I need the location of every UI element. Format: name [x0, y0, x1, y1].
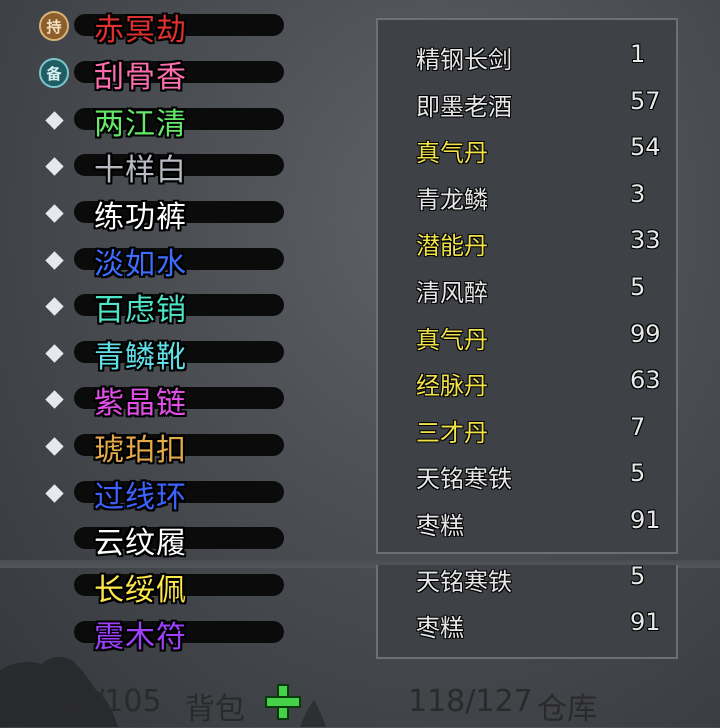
- diamond-icon: [44, 483, 64, 503]
- item-quantity: 57: [630, 86, 661, 115]
- equipment-slot[interactable]: 淡如水: [36, 238, 284, 282]
- inventory-row[interactable]: 天铭寒铁 5: [416, 459, 666, 499]
- inventory-row[interactable]: 经脉丹 63: [416, 366, 666, 406]
- slot-marker: [39, 245, 69, 275]
- item-quantity: 7: [630, 412, 646, 441]
- item-name: 清风醉: [416, 279, 488, 307]
- equipment-name: 两江清: [94, 107, 187, 142]
- item-quantity: 5: [630, 562, 646, 590]
- item-name: 枣糕: [416, 512, 464, 540]
- item-quantity: 5: [630, 273, 646, 301]
- equipment-slot[interactable]: 过线环: [36, 471, 284, 515]
- equipment-name: 百虑销: [94, 293, 187, 328]
- inventory-row[interactable]: 枣糕 91: [416, 506, 666, 546]
- diamond-icon: [44, 203, 64, 223]
- diamond-icon: [44, 296, 64, 316]
- equipment-slot[interactable]: 持赤冥劫: [36, 4, 284, 48]
- inventory-row[interactable]: 天铭寒铁 5: [416, 562, 666, 602]
- inventory-row[interactable]: 枣糕 91: [416, 608, 666, 648]
- item-name: 青龙鳞: [416, 185, 488, 214]
- slot-marker: [39, 151, 69, 181]
- equipment-slot[interactable]: 十样白: [36, 144, 284, 188]
- slot-marker-empty: [39, 571, 69, 601]
- slot-marker: [39, 291, 69, 321]
- equipment-name: 长绥佩: [94, 573, 187, 608]
- equipment-name: 过线环: [94, 480, 187, 515]
- held-badge: 持: [39, 11, 69, 41]
- slot-marker-empty: [39, 524, 69, 554]
- inventory-row[interactable]: 清风醉 5: [416, 273, 666, 313]
- item-quantity: 3: [630, 179, 646, 208]
- item-name: 精钢长剑: [416, 46, 512, 74]
- inventory-row[interactable]: 三才丹 7: [416, 413, 666, 453]
- plus-icon[interactable]: [262, 682, 302, 722]
- slot-marker: [39, 198, 69, 228]
- inventory-row[interactable]: 真气丹 54: [416, 133, 666, 173]
- equipment-slot[interactable]: 紫晶链: [36, 377, 284, 421]
- item-quantity: 91: [630, 506, 661, 534]
- equipment-name: 十样白: [94, 153, 187, 188]
- item-quantity: 91: [630, 608, 661, 636]
- item-quantity: 5: [630, 459, 646, 488]
- item-name: 即墨老酒: [416, 92, 512, 121]
- warehouse-panel: 精钢长剑 1 即墨老酒 57 真气丹 54 青龙鳞 3 潜能丹 33 清风醉 5 真气丹 99 经脉丹 63 三…: [376, 18, 678, 554]
- equipment-name: 紫晶链: [94, 386, 187, 421]
- equipment-name: 青鳞靴: [94, 340, 187, 375]
- equipment-slot[interactable]: 琥珀扣: [36, 424, 284, 468]
- diamond-icon: [44, 343, 64, 363]
- slot-marker: 持: [39, 11, 69, 41]
- diamond-icon: [44, 250, 64, 270]
- item-quantity: 54: [630, 133, 661, 162]
- spare-badge: 备: [39, 58, 69, 88]
- diamond-icon: [44, 436, 64, 456]
- equipment-name: 淡如水: [94, 247, 187, 282]
- equipment-slot[interactable]: 两江清: [36, 98, 284, 142]
- diamond-icon: [44, 110, 64, 130]
- bag-count: 45/105: [56, 684, 162, 719]
- inventory-row[interactable]: 潜能丹 33: [416, 226, 666, 266]
- equipment-name: 练功裤: [94, 200, 187, 235]
- slot-marker: [39, 338, 69, 368]
- equipment-slot[interactable]: 长绥佩: [36, 564, 284, 608]
- footer-bar: 45/105 背包 118/127 仓库: [0, 680, 720, 727]
- item-name: 真气丹: [416, 325, 488, 354]
- item-name: 枣糕: [416, 614, 464, 642]
- equipment-name: 刮骨香: [94, 60, 187, 95]
- equipment-name: 云纹履: [94, 526, 187, 561]
- equipment-slot[interactable]: 练功裤: [36, 191, 284, 235]
- slot-marker: [39, 431, 69, 461]
- diamond-icon: [44, 156, 64, 176]
- inventory-row[interactable]: 青龙鳞 3: [416, 180, 666, 220]
- inventory-row[interactable]: 即墨老酒 57: [416, 87, 666, 127]
- item-quantity: 63: [630, 366, 661, 395]
- item-quantity: 1: [630, 40, 646, 68]
- warehouse-count: 118/127: [408, 684, 533, 719]
- item-name: 天铭寒铁: [416, 465, 512, 494]
- item-name: 三才丹: [416, 418, 488, 447]
- item-name: 潜能丹: [416, 232, 488, 261]
- equipment-slot[interactable]: 青鳞靴: [36, 331, 284, 375]
- equipment-slot[interactable]: 备刮骨香: [36, 51, 284, 95]
- equipment-name: 琥珀扣: [94, 433, 187, 468]
- warehouse-panel-overflow: 天铭寒铁 5 枣糕 91: [376, 562, 678, 659]
- slot-marker: [39, 478, 69, 508]
- item-name: 真气丹: [416, 139, 488, 168]
- warehouse-label[interactable]: 仓库: [537, 684, 597, 728]
- slot-marker: [39, 105, 69, 135]
- equipment-name: 赤冥劫: [94, 13, 187, 48]
- item-name: 天铭寒铁: [416, 568, 512, 596]
- item-quantity: 99: [630, 319, 661, 348]
- diamond-icon: [44, 389, 64, 409]
- inventory-row[interactable]: 真气丹 99: [416, 320, 666, 360]
- slot-marker: [39, 384, 69, 414]
- item-quantity: 33: [630, 226, 661, 255]
- equipment-slot[interactable]: 云纹履: [36, 517, 284, 561]
- bag-label[interactable]: 背包: [185, 684, 245, 728]
- inventory-row[interactable]: 精钢长剑 1: [416, 40, 666, 80]
- item-name: 经脉丹: [416, 372, 488, 401]
- slot-marker: 备: [39, 58, 69, 88]
- equipment-slot[interactable]: 百虑销: [36, 284, 284, 328]
